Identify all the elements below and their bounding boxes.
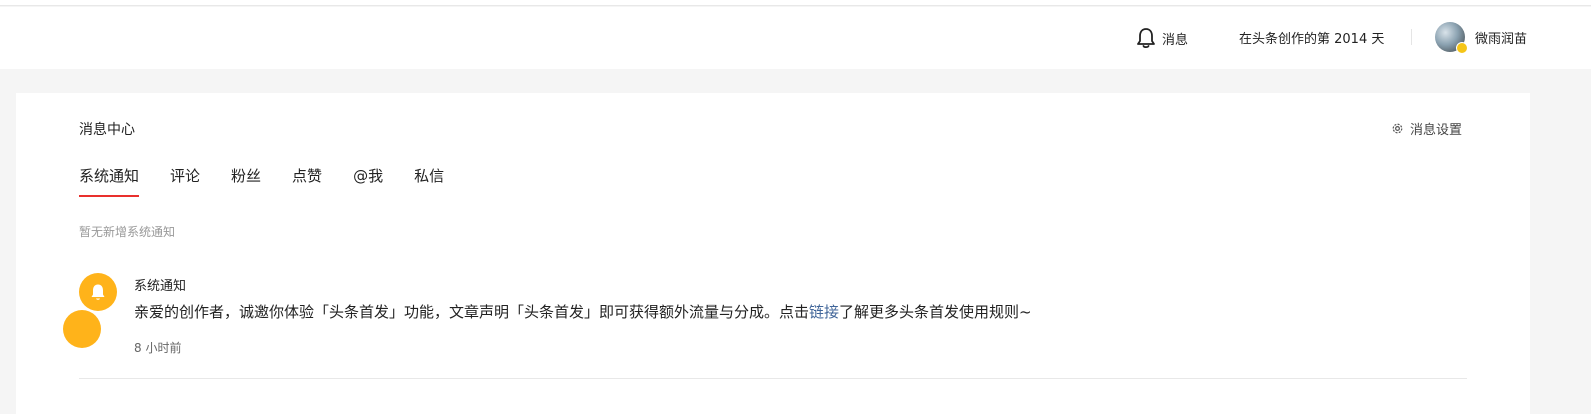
notice-title: 系统通知 bbox=[134, 279, 187, 294]
tab-comments[interactable]: 评论 bbox=[170, 165, 200, 197]
tab-mentions[interactable]: @我 bbox=[353, 165, 383, 197]
message-tabs: 系统通知 评论 粉丝 点赞 @我 私信 bbox=[79, 165, 475, 197]
tab-fans[interactable]: 粉丝 bbox=[231, 165, 261, 197]
notice-avatar bbox=[79, 273, 117, 311]
notice-body-text: 亲爱的创作者，诚邀你体验「头条首发」功能，文章声明「头条首发」即可获得额外流量与… bbox=[134, 303, 810, 321]
verified-badge-icon bbox=[1456, 42, 1468, 54]
next-notice-avatar bbox=[63, 310, 101, 348]
bell-icon bbox=[91, 284, 105, 300]
notice-link[interactable]: 链接 bbox=[809, 303, 839, 321]
gear-icon bbox=[1392, 123, 1403, 134]
header-messages-button[interactable]: 消息 bbox=[1136, 26, 1188, 50]
tab-system-notice[interactable]: 系统通知 bbox=[79, 165, 140, 197]
message-center-card: 消息中心 消息设置 系统通知 评论 粉丝 点赞 @我 私信 暂无新增系统通知 系… bbox=[16, 93, 1530, 414]
empty-notice-text: 暂无新增系统通知 bbox=[79, 225, 176, 239]
tab-likes[interactable]: 点赞 bbox=[292, 165, 322, 197]
bell-icon bbox=[1137, 28, 1155, 49]
notice-timestamp: 8 小时前 bbox=[134, 341, 182, 355]
header-divider bbox=[1411, 29, 1412, 45]
notice-body-text-end: 了解更多头条首发使用规则~ bbox=[839, 303, 1032, 321]
avatar[interactable] bbox=[1435, 22, 1468, 54]
tab-private-messages[interactable]: 私信 bbox=[414, 165, 444, 197]
creation-days-text: 在头条创作的第 2014 天 bbox=[1239, 32, 1385, 47]
message-settings-button[interactable]: 消息设置 bbox=[1391, 119, 1462, 138]
username[interactable]: 微雨润苗 bbox=[1475, 28, 1527, 47]
notice-body: 亲爱的创作者，诚邀你体验「头条首发」功能，文章声明「头条首发」即可获得额外流量与… bbox=[134, 301, 1032, 322]
page-title: 消息中心 bbox=[79, 122, 135, 138]
user-menu[interactable]: 微雨润苗 bbox=[1435, 21, 1527, 54]
message-settings-label: 消息设置 bbox=[1410, 123, 1463, 138]
top-divider bbox=[0, 0, 1591, 6]
list-item: 系统通知 亲爱的创作者，诚邀你体验「头条首发」功能，文章声明「头条首发」即可获得… bbox=[79, 273, 1467, 379]
top-header: 消息 在头条创作的第 2014 天 微雨润苗 bbox=[0, 7, 1591, 69]
header-messages-label: 消息 bbox=[1162, 32, 1189, 48]
